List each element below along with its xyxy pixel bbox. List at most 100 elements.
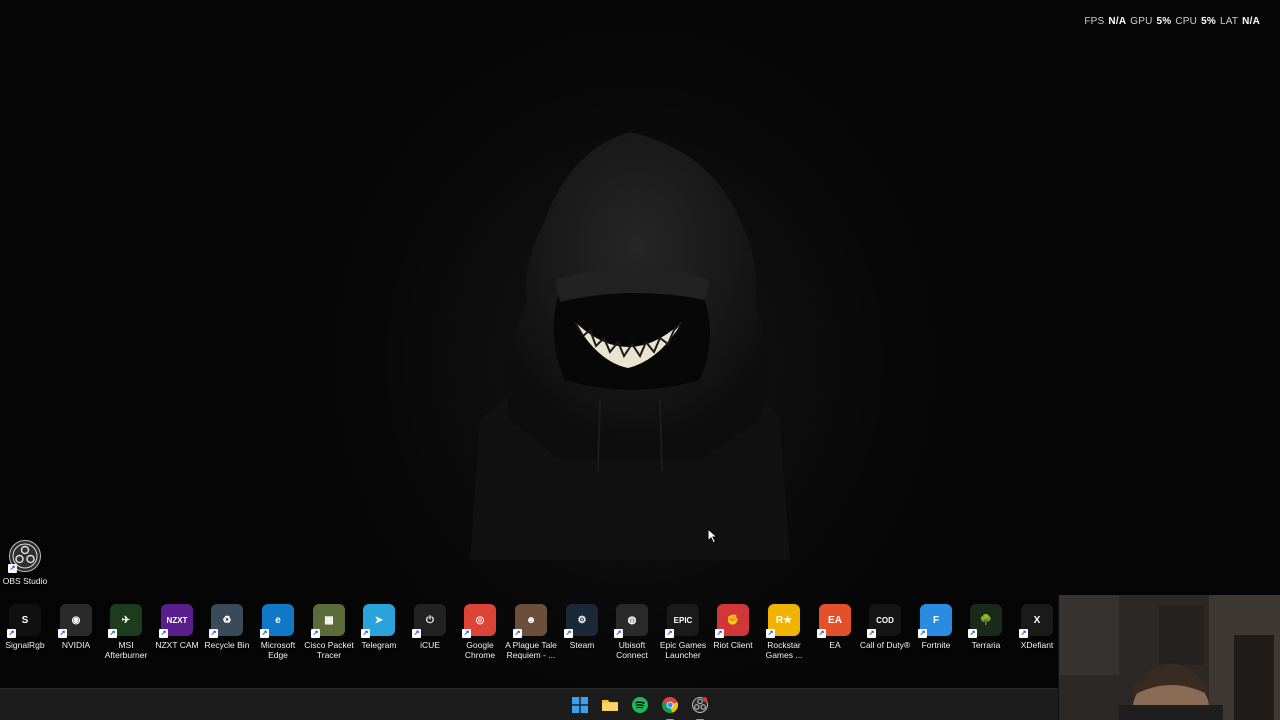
shortcut-arrow-icon: ↗ <box>817 629 826 638</box>
desktop-icon-nzxt-cam[interactable]: NZXT ↗ NZXT CAM <box>152 604 202 650</box>
terraria-icon: 🌳 ↗ <box>968 604 1002 638</box>
rockstar-games-icon: R★ ↗ <box>766 604 800 638</box>
shortcut-arrow-icon: ↗ <box>968 629 977 638</box>
desktop-icon-label: Ubisoft Connect <box>616 640 648 660</box>
shortcut-arrow-icon: ↗ <box>715 629 724 638</box>
steam-icon: ⚙ ↗ <box>564 604 598 638</box>
nzxt-cam-icon: NZXT ↗ <box>159 604 193 638</box>
desktop-icon-obs-studio[interactable]: ↗ OBS Studio <box>0 540 50 586</box>
desktop-icon-ea[interactable]: EA ↗ EA <box>810 604 860 650</box>
signalrgb-icon: S ↗ <box>7 604 41 638</box>
icon-glyph: ⚙ <box>577 614 587 626</box>
shortcut-arrow-icon: ↗ <box>209 629 218 638</box>
desktop-icon-label: SignalRgb <box>5 640 45 650</box>
desktop: FPS N/A GPU 5% CPU 5% LAT N/A ↗ OBS Stud… <box>0 0 1280 688</box>
desktop-icon-recycle-bin[interactable]: ♻ ↗ Recycle Bin <box>202 604 252 650</box>
desktop-icon-chrome[interactable]: ◎ ↗ Google Chrome <box>455 604 505 660</box>
desktop-icon-telegram[interactable]: ➤ ↗ Telegram <box>354 604 404 650</box>
desktop-icon-label: A Plague Tale Requiem - ... <box>505 640 557 660</box>
shortcut-arrow-icon: ↗ <box>1019 629 1028 638</box>
desktop-icon-plague-tale[interactable]: ☻ ↗ A Plague Tale Requiem - ... <box>505 604 557 660</box>
shortcut-arrow-icon: ↗ <box>412 629 421 638</box>
desktop-icon-cisco-packet-tracer[interactable]: ▦ ↗ Cisco Packet Tracer <box>304 604 354 660</box>
recycle-bin-icon: ♻ ↗ <box>209 604 243 638</box>
desktop-icon-edge[interactable]: e ↗ Microsoft Edge <box>253 604 303 660</box>
desktop-icon-label: Call of Duty® <box>859 640 911 650</box>
icon-glyph: NZXT <box>166 615 188 625</box>
lat-label: LAT <box>1219 16 1239 27</box>
cpu-value: 5% <box>1201 16 1216 27</box>
shortcut-arrow-icon: ↗ <box>7 629 16 638</box>
icon-glyph: ➤ <box>374 614 384 626</box>
taskbar-start-button[interactable] <box>570 695 590 715</box>
desktop-icon-label: Epic Games Launcher <box>659 640 707 660</box>
desktop-icon-icue[interactable]: ⏻ ↗ iCUE <box>405 604 455 650</box>
desktop-icon-signalrgb[interactable]: S ↗ SignalRgb <box>0 604 50 650</box>
call-of-duty-icon: COD ↗ <box>867 604 901 638</box>
icon-glyph: ☻ <box>525 614 537 626</box>
desktop-icon-riot-client[interactable]: ✊ ↗ Riot Client <box>708 604 758 650</box>
desktop-icon-label: iCUE <box>420 640 440 650</box>
ubisoft-connect-icon: ◍ ↗ <box>614 604 648 638</box>
file-explorer-icon <box>602 699 618 711</box>
fortnite-icon: F ↗ <box>918 604 952 638</box>
icon-glyph: e <box>275 614 281 626</box>
icon-glyph: ✈ <box>121 614 131 626</box>
desktop-icon-label: Recycle Bin <box>204 640 250 650</box>
desktop-icon-label: Telegram <box>361 640 397 650</box>
ea-icon: EA ↗ <box>817 604 851 638</box>
gpu-label: GPU <box>1130 16 1153 27</box>
desktop-icon-label: NVIDIA <box>61 640 91 650</box>
shortcut-arrow-icon: ↗ <box>665 629 674 638</box>
taskbar-obs-button[interactable] <box>690 695 710 720</box>
desktop-icon-steam[interactable]: ⚙ ↗ Steam <box>557 604 607 650</box>
desktop-icon-terraria[interactable]: 🌳 ↗ Terraria <box>961 604 1011 650</box>
desktop-icon-nvidia[interactable]: ◉ ↗ NVIDIA <box>51 604 101 650</box>
shortcut-arrow-icon: ↗ <box>766 629 775 638</box>
desktop-icon-label: XDefiant <box>1020 640 1054 650</box>
desktop-icon-ubisoft-connect[interactable]: ◍ ↗ Ubisoft Connect <box>607 604 657 660</box>
icon-glyph: R★ <box>775 614 793 626</box>
desktop-icon-call-of-duty[interactable]: COD ↗ Call of Duty® <box>860 604 910 650</box>
spotify-icon <box>632 696 648 713</box>
taskbar-spotify-button[interactable] <box>630 695 650 715</box>
cisco-packet-tracer-icon: ▦ ↗ <box>311 604 345 638</box>
icon-glyph: ✊ <box>726 614 740 626</box>
shortcut-arrow-icon: ↗ <box>513 629 522 638</box>
obs-icon: ↗ <box>8 540 41 573</box>
desktop-icon-xdefiant[interactable]: X ↗ XDefiant <box>1012 604 1062 650</box>
taskbar-chrome-button[interactable] <box>660 695 680 720</box>
xdefiant-icon: X ↗ <box>1019 604 1053 638</box>
desktop-icon-label: Cisco Packet Tracer <box>304 640 354 660</box>
shortcut-arrow-icon: ↗ <box>108 629 117 638</box>
desktop-icon-fortnite[interactable]: F ↗ Fortnite <box>911 604 961 650</box>
fps-value: N/A <box>1108 16 1127 27</box>
shortcut-arrow-icon: ↗ <box>159 629 168 638</box>
desktop-icon-rockstar-games[interactable]: R★ ↗ Rockstar Games ... <box>759 604 809 660</box>
desktop-icon-label: Microsoft Edge <box>260 640 296 660</box>
icon-glyph: ▦ <box>324 614 334 626</box>
icon-glyph: F <box>932 614 940 626</box>
taskbar-file-explorer-button[interactable] <box>600 695 620 715</box>
desktop-icon-label: Riot Client <box>713 640 753 650</box>
cpu-label: CPU <box>1175 16 1198 27</box>
desktop-icon-msi-afterburner[interactable]: ✈ ↗ MSI Afterburner <box>101 604 151 660</box>
edge-icon: e ↗ <box>260 604 294 638</box>
desktop-icon-epic-games[interactable]: EPIC ↗ Epic Games Launcher <box>658 604 708 660</box>
shortcut-arrow-icon: ↗ <box>311 629 320 638</box>
shortcut-arrow-icon: ↗ <box>260 629 269 638</box>
icon-glyph: 🌳 <box>979 614 993 626</box>
shortcut-arrow-icon: ↗ <box>361 629 370 638</box>
shortcut-arrow-icon: ↗ <box>8 564 17 573</box>
shortcut-arrow-icon: ↗ <box>564 629 573 638</box>
nvidia-icon: ◉ ↗ <box>58 604 92 638</box>
icon-glyph: COD <box>876 615 894 625</box>
desktop-icon-label: Steam <box>569 640 595 650</box>
desktop-icon-label: OBS Studio <box>2 576 48 586</box>
plague-tale-icon: ☻ ↗ <box>513 604 547 638</box>
gpu-value: 5% <box>1156 16 1172 27</box>
icon-glyph: EA <box>828 614 842 626</box>
desktop-icon-label: EA <box>829 640 841 650</box>
webcam-overlay <box>1058 595 1280 720</box>
icue-icon: ⏻ ↗ <box>412 604 446 638</box>
